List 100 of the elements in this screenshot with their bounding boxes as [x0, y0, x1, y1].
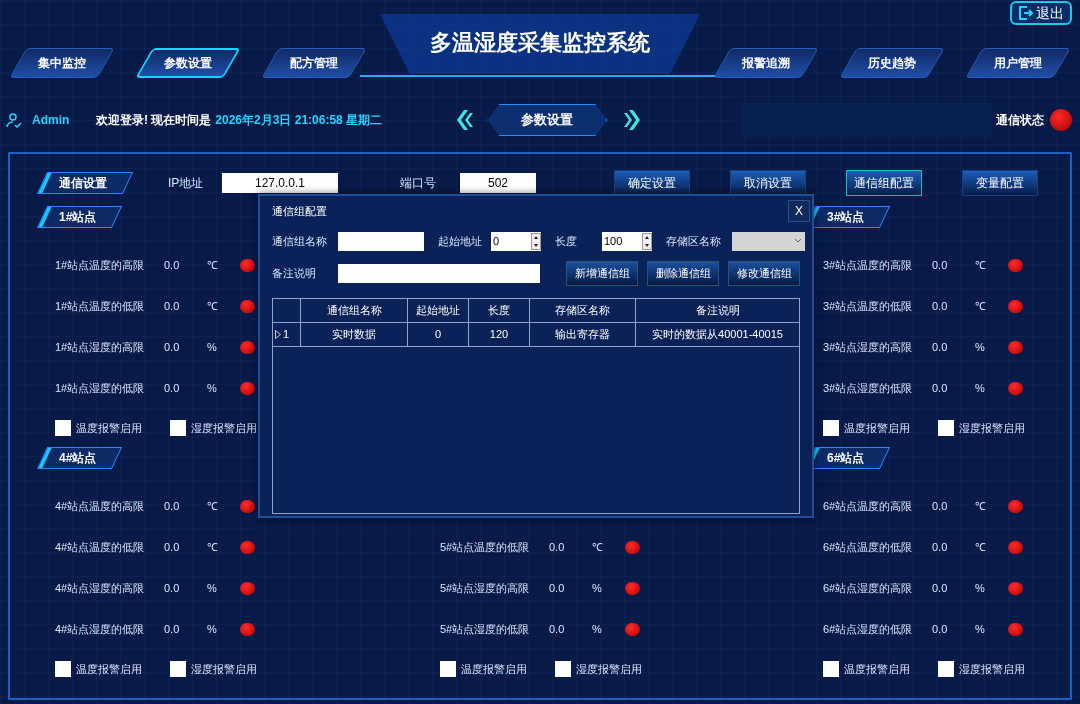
port-field[interactable]: 502	[460, 173, 536, 193]
limit-value: 0.0	[932, 381, 949, 397]
unit-label: %	[975, 581, 986, 597]
unit-label: ℃	[975, 499, 987, 515]
field-label: 长度	[555, 233, 578, 249]
limit-label: 5#站点温度的低限	[440, 540, 531, 556]
limit-value: 0.0	[932, 258, 949, 274]
table-cell: 120	[469, 323, 530, 346]
table-cell: 输出寄存器	[530, 323, 636, 346]
section-heading: 通信设置	[36, 172, 134, 194]
field-label: 存储区名称	[666, 233, 722, 249]
section-heading: 4#站点	[36, 447, 123, 469]
datetime-text: 2026年2月3日 21:06:58 星期二	[215, 112, 384, 129]
unit-label: %	[592, 622, 603, 638]
settings-button[interactable]: 确定设置	[614, 170, 690, 196]
checkbox-label: 温度报警启用	[844, 420, 911, 436]
double-left-arrow-icon[interactable]	[455, 109, 474, 131]
user-name: Admin	[32, 112, 71, 129]
unit-label: %	[207, 581, 218, 597]
checkbox-label: 温度报警启用	[76, 661, 143, 677]
table-cell: 实时数据	[301, 323, 408, 346]
limit-value: 0.0	[932, 340, 949, 356]
remark-field[interactable]	[338, 263, 540, 283]
section-heading: 1#站点	[36, 206, 123, 228]
spin-field[interactable]: 100	[602, 231, 652, 251]
limit-value: 0.0	[164, 340, 181, 356]
row-number: 1	[283, 327, 290, 343]
column-header: 起始地址	[408, 299, 469, 322]
close-button[interactable]: X	[788, 200, 810, 222]
ip-field[interactable]: 127.0.0.1	[222, 173, 338, 193]
limit-value: 0.0	[164, 499, 181, 515]
table-cell-text: 实时的数据从40001-40015	[651, 327, 784, 343]
unit-label: %	[975, 340, 986, 356]
limit-label: 6#站点温度的高限	[823, 499, 914, 515]
status-label: 通信状态	[996, 112, 1044, 129]
checkbox[interactable]	[55, 420, 71, 436]
unit-label: ℃	[207, 499, 219, 515]
group-button[interactable]: 新增通信组	[566, 260, 638, 286]
checkbox[interactable]	[170, 420, 186, 436]
limit-value: 0.0	[164, 622, 181, 638]
group-button[interactable]: 修改通信组	[728, 260, 800, 286]
limit-value: 0.0	[932, 581, 949, 597]
table-row[interactable]: 1 实时数据 0 120 输出寄存器 实时的数据从40001-40015	[273, 323, 799, 347]
limit-label: 1#站点湿度的低限	[55, 381, 146, 397]
settings-button[interactable]: 取消设置	[730, 170, 806, 196]
limit-label: 4#站点湿度的高限	[55, 581, 146, 597]
column-header: 存储区名称	[530, 299, 636, 322]
spin-arrows-icon	[531, 232, 541, 250]
limit-value: 0.0	[164, 540, 181, 556]
checkbox-label: 温度报警启用	[76, 420, 143, 436]
column-header: 备注说明	[694, 303, 741, 319]
spin-field[interactable]: 0	[491, 231, 541, 251]
limit-label: 3#站点温度的低限	[823, 299, 914, 315]
limit-value: 0.0	[164, 581, 181, 597]
double-right-arrow-icon[interactable]	[624, 109, 643, 131]
checkbox-label: 温度报警启用	[844, 661, 911, 677]
checkbox-label: 湿度报警启用	[959, 661, 1026, 677]
limit-value: 0.0	[549, 622, 566, 638]
limit-label: 1#站点湿度的高限	[55, 340, 146, 356]
limit-value: 0.0	[164, 299, 181, 315]
text-field[interactable]	[338, 231, 424, 251]
unit-label: %	[975, 381, 986, 397]
checkbox[interactable]	[55, 661, 71, 677]
checkbox-label: 湿度报警启用	[576, 661, 643, 677]
dialog-title: 通信组配置	[272, 203, 327, 219]
checkbox[interactable]	[440, 661, 456, 677]
checkbox-label: 湿度报警启用	[959, 420, 1026, 436]
limit-value: 0.0	[549, 540, 566, 556]
group-button[interactable]: 删除通信组	[647, 260, 719, 286]
limit-label: 3#站点温度的高限	[823, 258, 914, 274]
port-label: 端口号	[400, 175, 437, 192]
settings-button[interactable]: 变量配置	[962, 170, 1038, 196]
checkbox[interactable]	[938, 420, 954, 436]
limit-label: 4#站点温度的低限	[55, 540, 146, 556]
checkbox[interactable]	[170, 661, 186, 677]
unit-label: ℃	[207, 540, 219, 556]
unit-label: %	[975, 622, 986, 638]
limit-label: 6#站点湿度的高限	[823, 581, 914, 597]
limit-value: 0.0	[932, 622, 949, 638]
unit-label: ℃	[975, 540, 987, 556]
ip-label: IP地址	[168, 175, 205, 192]
nav-tab[interactable]: 参数设置	[135, 48, 241, 78]
limit-value: 0.0	[164, 381, 181, 397]
limit-value: 0.0	[932, 540, 949, 556]
checkbox[interactable]	[823, 661, 839, 677]
chevron-down-icon	[794, 238, 802, 244]
column-header: 长度	[469, 299, 530, 322]
unit-label: %	[207, 340, 218, 356]
checkbox[interactable]	[938, 661, 954, 677]
field-label: 备注说明	[272, 265, 317, 281]
checkbox-label: 温度报警启用	[461, 661, 528, 677]
limit-label: 1#站点温度的低限	[55, 299, 146, 315]
checkbox[interactable]	[555, 661, 571, 677]
limit-value: 0.0	[932, 499, 949, 515]
limit-value: 0.0	[932, 299, 949, 315]
limit-label: 4#站点湿度的低限	[55, 622, 146, 638]
settings-button[interactable]: 通信组配置	[846, 170, 922, 196]
checkbox[interactable]	[823, 420, 839, 436]
unit-label: %	[207, 381, 218, 397]
exit-button[interactable]: 退出	[1010, 1, 1072, 25]
